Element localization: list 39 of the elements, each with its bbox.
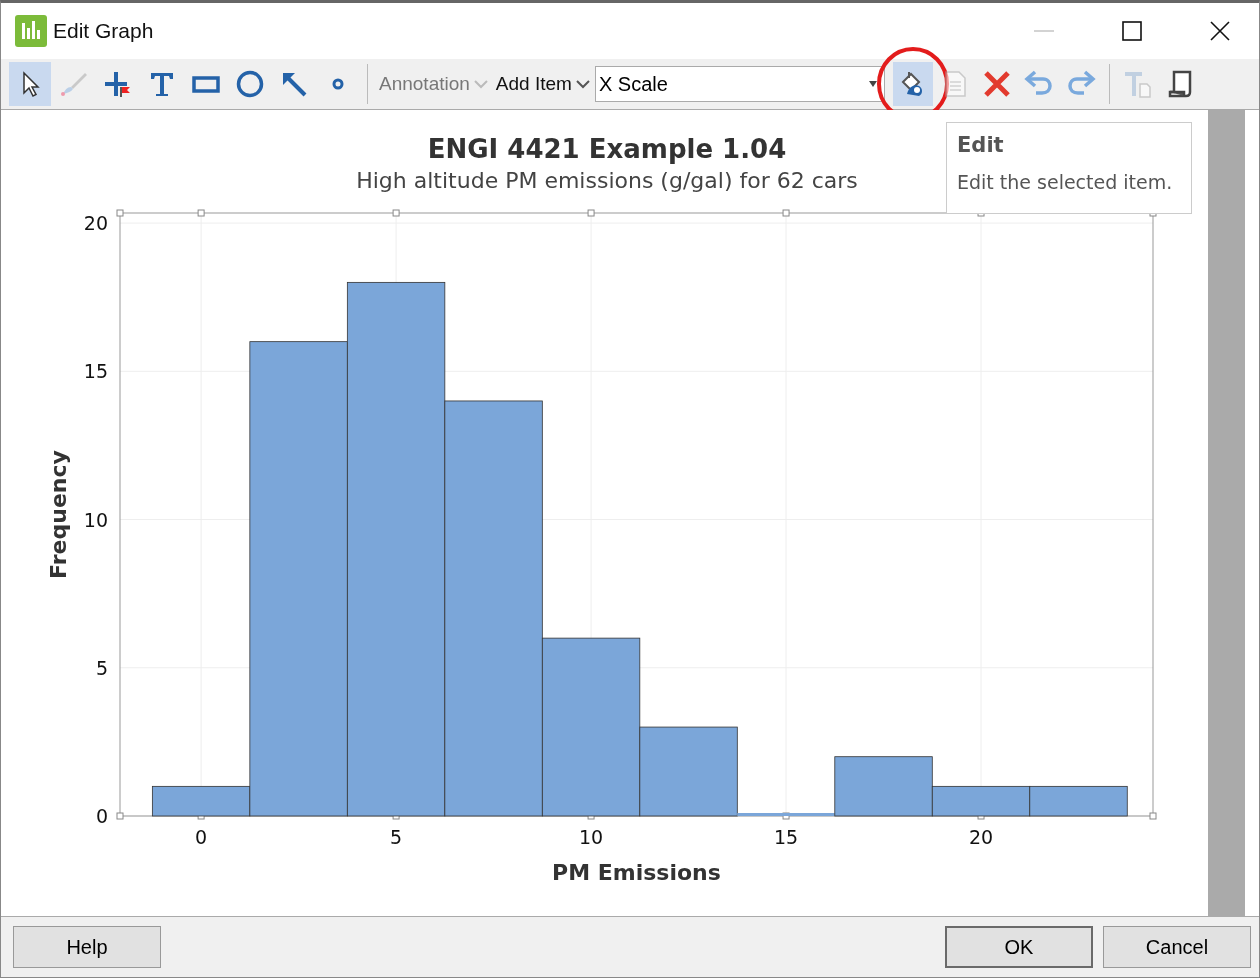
selection-handle[interactable]	[782, 209, 790, 217]
selection-handle[interactable]	[116, 209, 124, 217]
ellipse-icon	[235, 69, 265, 99]
x-tick-label: 5	[390, 826, 403, 848]
selection-handle[interactable]	[116, 812, 124, 820]
y-tick-label: 10	[83, 508, 108, 531]
y-tick-label: 0	[95, 805, 108, 827]
pointer-tool-button[interactable]	[9, 62, 51, 106]
y-tick-label: 20	[83, 212, 108, 235]
toolbar-menu[interactable]: Add Item	[492, 73, 593, 95]
tooltip-text: Edit the selected item.	[957, 171, 1174, 193]
dialog-button[interactable]: Help	[13, 926, 161, 968]
maximize-icon[interactable]	[1121, 20, 1143, 42]
x-tick-label: 15	[773, 826, 799, 848]
y-tick-label: 5	[95, 656, 108, 679]
dialog-button[interactable]: OK	[945, 926, 1093, 968]
x-axis-label: PM Emissions	[552, 860, 721, 885]
selection-handle[interactable]	[587, 209, 595, 217]
app-icon	[15, 15, 47, 47]
selection-handle[interactable]	[197, 209, 205, 217]
x-tick-label: 20	[968, 826, 994, 848]
close-icon[interactable]	[1209, 20, 1231, 42]
dropdown-arrow-icon	[867, 80, 878, 88]
x-tick-label: 10	[579, 826, 604, 848]
item-dropdown[interactable]: X Scale	[594, 66, 885, 102]
window-title: Edit Graph	[53, 19, 154, 43]
selection-handle[interactable]	[1149, 812, 1157, 820]
tooltip-title: Edit	[957, 133, 1005, 157]
edit-button[interactable]	[892, 62, 933, 106]
crosshair-icon	[103, 69, 133, 99]
dialog-button[interactable]: Cancel	[1103, 926, 1251, 968]
y-tick-label: 15	[83, 360, 108, 383]
x-tick-label: 0	[195, 826, 208, 848]
selection-handle[interactable]	[392, 209, 400, 217]
chart-title: ENGI 4421 Example 1.04	[427, 134, 787, 164]
y-axis-label: Frequency	[46, 450, 71, 579]
chart-subtitle: High altitude PM emissions (g/gal) for 62 cars	[356, 168, 858, 193]
chevron-icon	[575, 79, 590, 89]
chevron-icon	[473, 79, 488, 89]
